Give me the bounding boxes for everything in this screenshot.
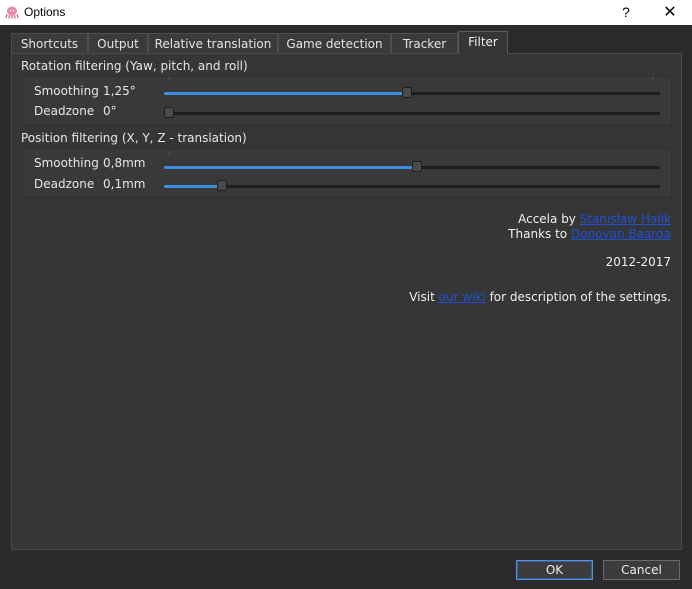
- author-link[interactable]: Stanisław Halik: [580, 212, 671, 226]
- slider-groove: [164, 185, 660, 188]
- tab-tracker[interactable]: Tracker: [391, 33, 458, 53]
- slider-fill: [164, 92, 407, 95]
- position-group-title: Position filtering (X, Y, Z - translatio…: [21, 131, 247, 145]
- slider-handle[interactable]: [402, 87, 412, 98]
- rotation-smoothing-value: 1,25°: [103, 84, 136, 98]
- filter-settings-panel: Rotation filtering (Yaw, pitch, and roll…: [11, 53, 682, 550]
- slider-tick: [169, 151, 170, 155]
- thanks-prefix: Thanks to: [508, 227, 571, 241]
- rotation-group: Smoothing 1,25° Deadzone 0°: [22, 76, 672, 126]
- wiki-link[interactable]: our wiki: [439, 290, 486, 304]
- credits-author: Accela by Stanisław Halik: [518, 212, 671, 226]
- author-prefix: Accela by: [518, 212, 580, 226]
- credits-thanks: Thanks to Donovan Baarda: [508, 227, 671, 241]
- position-smoothing-label: Smoothing: [34, 156, 99, 170]
- rotation-group-title: Rotation filtering (Yaw, pitch, and roll…: [21, 59, 248, 73]
- position-deadzone-label: Deadzone: [34, 177, 95, 191]
- slider-fill: [164, 185, 222, 188]
- position-group: Smoothing 0,8mm Deadzone 0,1mm: [22, 148, 672, 198]
- cancel-button[interactable]: Cancel: [603, 560, 680, 580]
- slider-fill: [164, 166, 417, 169]
- title-bar: Options ? ✕: [0, 0, 692, 25]
- rotation-deadzone-value: 0°: [103, 104, 117, 118]
- rotation-smoothing-slider[interactable]: [164, 77, 660, 100]
- slider-handle[interactable]: [164, 107, 174, 118]
- close-button[interactable]: ✕: [650, 0, 690, 25]
- slider-groove: [164, 112, 660, 115]
- rotation-smoothing-label: Smoothing: [34, 84, 99, 98]
- wiki-prefix: Visit: [409, 290, 439, 304]
- window-title: Options: [24, 5, 66, 19]
- wiki-notice: Visit our wiki for description of the se…: [409, 290, 671, 304]
- position-smoothing-slider[interactable]: [164, 151, 660, 174]
- position-smoothing-value: 0,8mm: [103, 156, 146, 170]
- slider-handle[interactable]: [217, 180, 227, 191]
- ok-button[interactable]: OK: [516, 560, 593, 580]
- position-deadzone-slider[interactable]: [164, 179, 660, 193]
- slider-tick: [169, 77, 170, 81]
- slider-tick: [652, 77, 653, 81]
- credits-years: 2012-2017: [605, 255, 671, 269]
- tab-relative-translation[interactable]: Relative translation: [148, 33, 278, 53]
- slider-handle[interactable]: [412, 161, 422, 172]
- rotation-deadzone-label: Deadzone: [34, 104, 95, 118]
- octopus-app-icon: [5, 6, 19, 19]
- tab-game-detection[interactable]: Game detection: [278, 33, 391, 53]
- help-button[interactable]: ?: [606, 0, 646, 25]
- position-deadzone-value: 0,1mm: [103, 177, 146, 191]
- rotation-deadzone-slider[interactable]: [164, 106, 660, 120]
- tab-filter[interactable]: Filter: [458, 31, 508, 54]
- contributor-link[interactable]: Donovan Baarda: [571, 227, 671, 241]
- tab-shortcuts[interactable]: Shortcuts: [11, 33, 88, 53]
- wiki-suffix: for description of the settings.: [485, 290, 671, 304]
- tab-output[interactable]: Output: [88, 33, 148, 53]
